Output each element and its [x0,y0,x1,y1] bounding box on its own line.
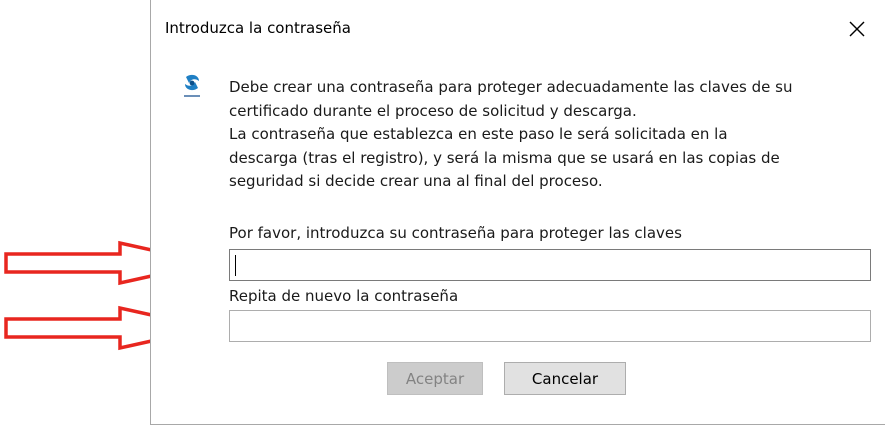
accept-button[interactable]: Aceptar [387,362,483,395]
screen: Introduzca la contraseña Debe crear una … [0,0,885,430]
repeat-password-input[interactable] [229,310,871,342]
message-line: La contraseña que establezca en este pas… [229,125,728,143]
message-line: descarga (tras el registro), y será la m… [229,148,780,167]
dialog-titlebar: Introduzca la contraseña [151,0,885,58]
text-caret [235,255,236,276]
password-label: Por favor, introduzca su contraseña para… [229,224,682,242]
dialog-title: Introduzca la contraseña [165,19,351,37]
message-line: seguridad si decide crear una al final d… [229,172,603,190]
password-input[interactable] [229,249,871,281]
message-line: certificado durante el proceso de solici… [229,101,637,120]
repeat-password-label: Repita de nuevo la contraseña [229,287,459,305]
password-dialog: Introduzca la contraseña Debe crear una … [150,0,885,425]
close-icon[interactable] [844,16,870,42]
cancel-button[interactable]: Cancelar [504,362,626,395]
message-line: Debe crear una contraseña para proteger … [229,78,793,96]
app-logo-icon [184,74,200,97]
dialog-message: Debe crear una contraseña para proteger … [229,76,869,194]
